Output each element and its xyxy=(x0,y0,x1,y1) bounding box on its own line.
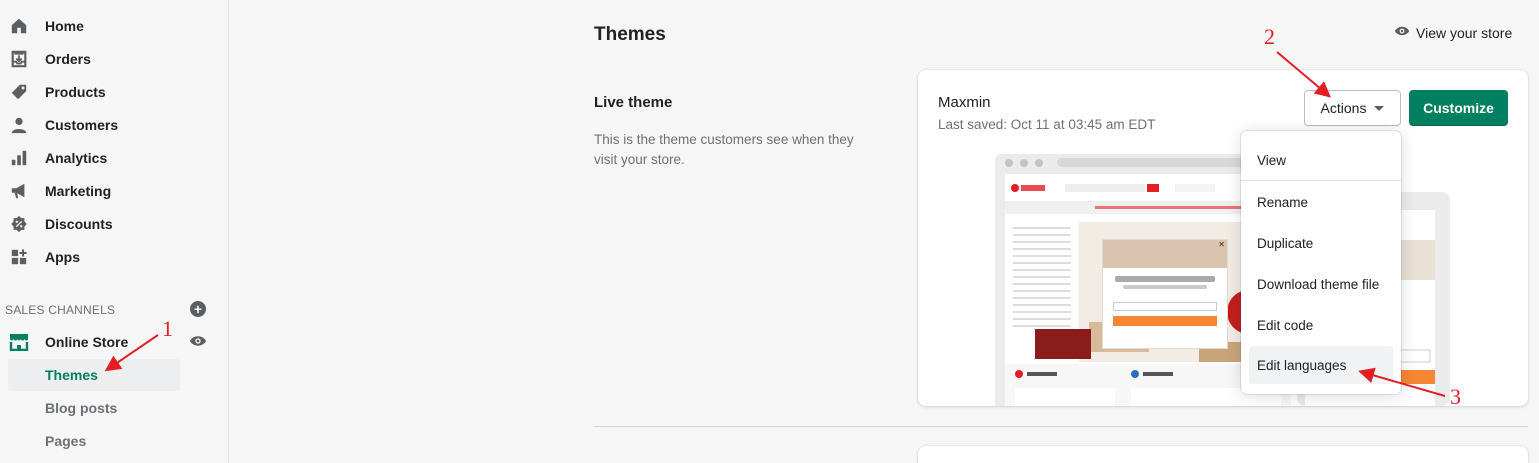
annotation-arrows xyxy=(104,51,1446,397)
